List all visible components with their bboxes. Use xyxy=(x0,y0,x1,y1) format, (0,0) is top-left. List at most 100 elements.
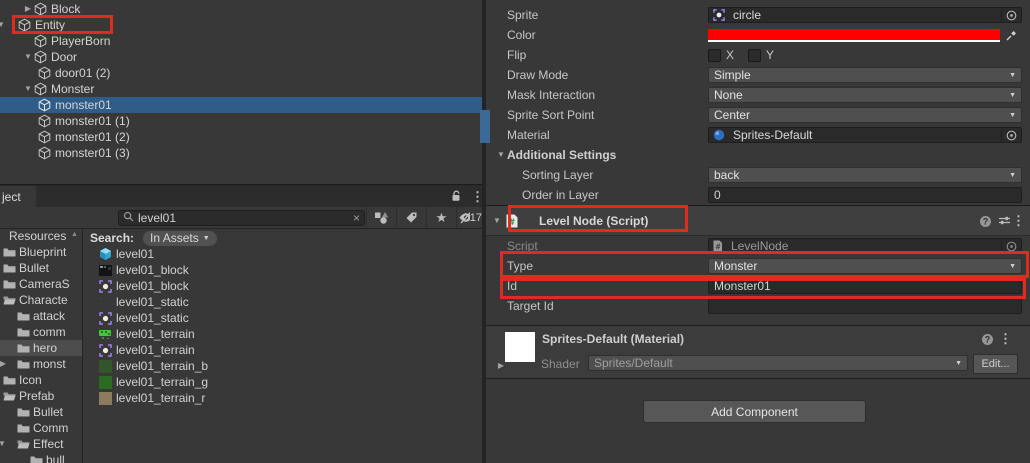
expand-arrow-icon[interactable] xyxy=(22,81,34,97)
hierarchy-item-monster[interactable]: Monster xyxy=(0,81,482,97)
folder-effect-bullet[interactable]: bull xyxy=(0,452,82,463)
lock-icon[interactable] xyxy=(450,190,462,206)
hidden-count: 17 xyxy=(470,212,482,224)
filter-by-type-button[interactable] xyxy=(366,207,396,228)
favorite-star-button[interactable] xyxy=(426,207,456,228)
hierarchy-item-label: Door xyxy=(51,50,77,64)
sprite-sort-point-dropdown[interactable]: Center xyxy=(708,107,1022,123)
draw-mode-dropdown[interactable]: Simple xyxy=(708,67,1022,83)
additional-settings-foldout[interactable]: Additional Settings xyxy=(486,145,1030,165)
object-picker-icon[interactable] xyxy=(1001,130,1017,141)
folder-effect[interactable]: Effect xyxy=(0,436,82,452)
folder-icon-dir[interactable]: Icon xyxy=(0,372,82,388)
hierarchy-item-monster01-selected[interactable]: monster01 xyxy=(0,97,482,113)
expand-arrow-icon[interactable] xyxy=(0,17,7,33)
search-field[interactable] xyxy=(118,210,365,226)
hidden-count-button[interactable]: 17 xyxy=(456,207,482,228)
folder-prefab[interactable]: Prefab xyxy=(0,388,82,404)
hierarchy-item-door[interactable]: Door xyxy=(0,49,482,65)
asset-level01-terrain-r[interactable]: level01_terrain_r xyxy=(84,390,482,406)
collapse-arrow-icon[interactable] xyxy=(22,1,34,17)
field-label: Color xyxy=(507,28,708,42)
field-label: Sorting Layer xyxy=(507,168,708,182)
sprite-object-field[interactable]: circle xyxy=(708,7,1022,23)
sprite-value: circle xyxy=(733,8,1001,22)
target-id-input[interactable] xyxy=(708,298,1022,314)
eye-hidden-icon xyxy=(458,211,470,224)
hierarchy-item-playerborn[interactable]: PlayerBorn xyxy=(0,33,482,49)
asset-level01-terrain-sprite[interactable]: level01_terrain xyxy=(84,342,482,358)
hierarchy-item-monster01-3[interactable]: monster01 (3) xyxy=(0,145,482,161)
field-label: Draw Mode xyxy=(507,68,708,82)
flip-y-checkbox[interactable] xyxy=(748,49,761,62)
presets-icon[interactable] xyxy=(998,215,1011,226)
help-icon[interactable]: ? xyxy=(981,333,994,346)
filter-by-label-button[interactable] xyxy=(396,207,426,228)
hierarchy-item-monster01-2[interactable]: monster01 (2) xyxy=(0,129,482,145)
mask-interaction-dropdown[interactable]: None xyxy=(708,87,1022,103)
eyedropper-icon[interactable] xyxy=(1005,29,1018,42)
folder-monster[interactable]: monst xyxy=(0,356,82,372)
hierarchy-item-monster01-1[interactable]: monster01 (1) xyxy=(0,113,482,129)
object-picker-icon[interactable] xyxy=(1001,10,1017,21)
asset-label: level01_terrain xyxy=(116,327,195,341)
folder-prefab-bullet[interactable]: Bullet xyxy=(0,404,82,420)
order-in-layer-input[interactable] xyxy=(708,187,1022,203)
asset-level01-block-sprite[interactable]: level01_block xyxy=(84,278,482,294)
asset-level01[interactable]: level01 xyxy=(84,246,482,262)
sorting-layer-dropdown[interactable]: back xyxy=(708,167,1022,183)
shader-dropdown[interactable]: Sprites/Default xyxy=(588,355,968,371)
search-scope-pill[interactable]: In Assets xyxy=(143,231,217,246)
folder-blueprint[interactable]: Blueprint xyxy=(0,244,82,260)
hierarchy-item-block[interactable]: Block xyxy=(0,1,482,17)
folder-attack[interactable]: attack xyxy=(0,308,82,324)
asset-level01-block-tilemap[interactable]: level01_block xyxy=(84,262,482,278)
folder-bullet[interactable]: Bullet xyxy=(0,260,82,276)
kebab-menu-icon[interactable] xyxy=(1012,214,1025,227)
section-label: Additional Settings xyxy=(507,148,616,162)
folder-hero-selected[interactable]: hero xyxy=(0,340,82,356)
folder-cameras[interactable]: CameraS xyxy=(0,276,82,292)
field-draw-mode: Draw Mode Simple xyxy=(486,65,1030,85)
asset-level01-terrain-g[interactable]: level01_terrain_g xyxy=(84,374,482,390)
level-node-component-header[interactable]: # Level Node (Script) ? xyxy=(486,206,1030,236)
flip-x-checkbox[interactable] xyxy=(708,49,721,62)
collapse-arrow-icon[interactable] xyxy=(495,358,507,374)
asset-level01-static-tilemap[interactable]: level01_static xyxy=(84,294,482,310)
folder-common[interactable]: comm xyxy=(0,324,82,340)
asset-level01-terrain-tilemap[interactable]: level01_terrain xyxy=(84,326,482,342)
field-label: Flip xyxy=(507,48,708,62)
gameobject-cube-icon xyxy=(18,18,31,32)
asset-level01-static-sprite[interactable]: level01_static xyxy=(84,310,482,326)
sprite-renderer-fields: Sprite circle Color Flip X Y Draw Mode S… xyxy=(486,0,1030,205)
type-dropdown[interactable]: Monster xyxy=(708,258,1022,274)
sprite-icon xyxy=(99,280,112,293)
field-mask-interaction: Mask Interaction None xyxy=(486,85,1030,105)
folder-resources[interactable]: Resources xyxy=(0,228,82,244)
hierarchy-item-entity[interactable]: Entity xyxy=(0,17,482,33)
asset-label: level01_static xyxy=(116,295,189,309)
tab-project[interactable]: ject xyxy=(0,186,36,207)
id-input[interactable] xyxy=(708,278,1022,294)
expand-arrow-icon[interactable] xyxy=(491,213,503,229)
asset-level01-terrain-b[interactable]: level01_terrain_b xyxy=(84,358,482,374)
edit-shader-button[interactable]: Edit... xyxy=(973,354,1018,374)
kebab-menu-icon[interactable] xyxy=(999,332,1012,345)
hierarchy-item-door01[interactable]: door01 (2) xyxy=(0,65,482,81)
expand-arrow-icon[interactable] xyxy=(0,436,8,452)
help-icon[interactable]: ? xyxy=(979,215,992,228)
search-input[interactable] xyxy=(134,211,353,225)
color-swatch[interactable] xyxy=(708,29,1000,42)
clear-search-icon[interactable] xyxy=(353,211,360,225)
material-preview-header[interactable]: Sprites-Default (Material) ? Shader Spri… xyxy=(486,325,1030,379)
object-picker-icon[interactable] xyxy=(1001,241,1017,252)
scroll-up-arrow[interactable] xyxy=(71,231,78,238)
field-label: Type xyxy=(507,259,708,273)
collapse-arrow-icon[interactable] xyxy=(0,356,9,372)
script-object-field[interactable]: # LevelNode xyxy=(708,238,1022,254)
add-component-button[interactable]: Add Component xyxy=(643,400,866,423)
folder-prefab-common[interactable]: Comm xyxy=(0,420,82,436)
folder-characters[interactable]: Characte xyxy=(0,292,82,308)
expand-arrow-icon[interactable] xyxy=(22,49,34,65)
material-object-field[interactable]: Sprites-Default xyxy=(708,127,1022,143)
